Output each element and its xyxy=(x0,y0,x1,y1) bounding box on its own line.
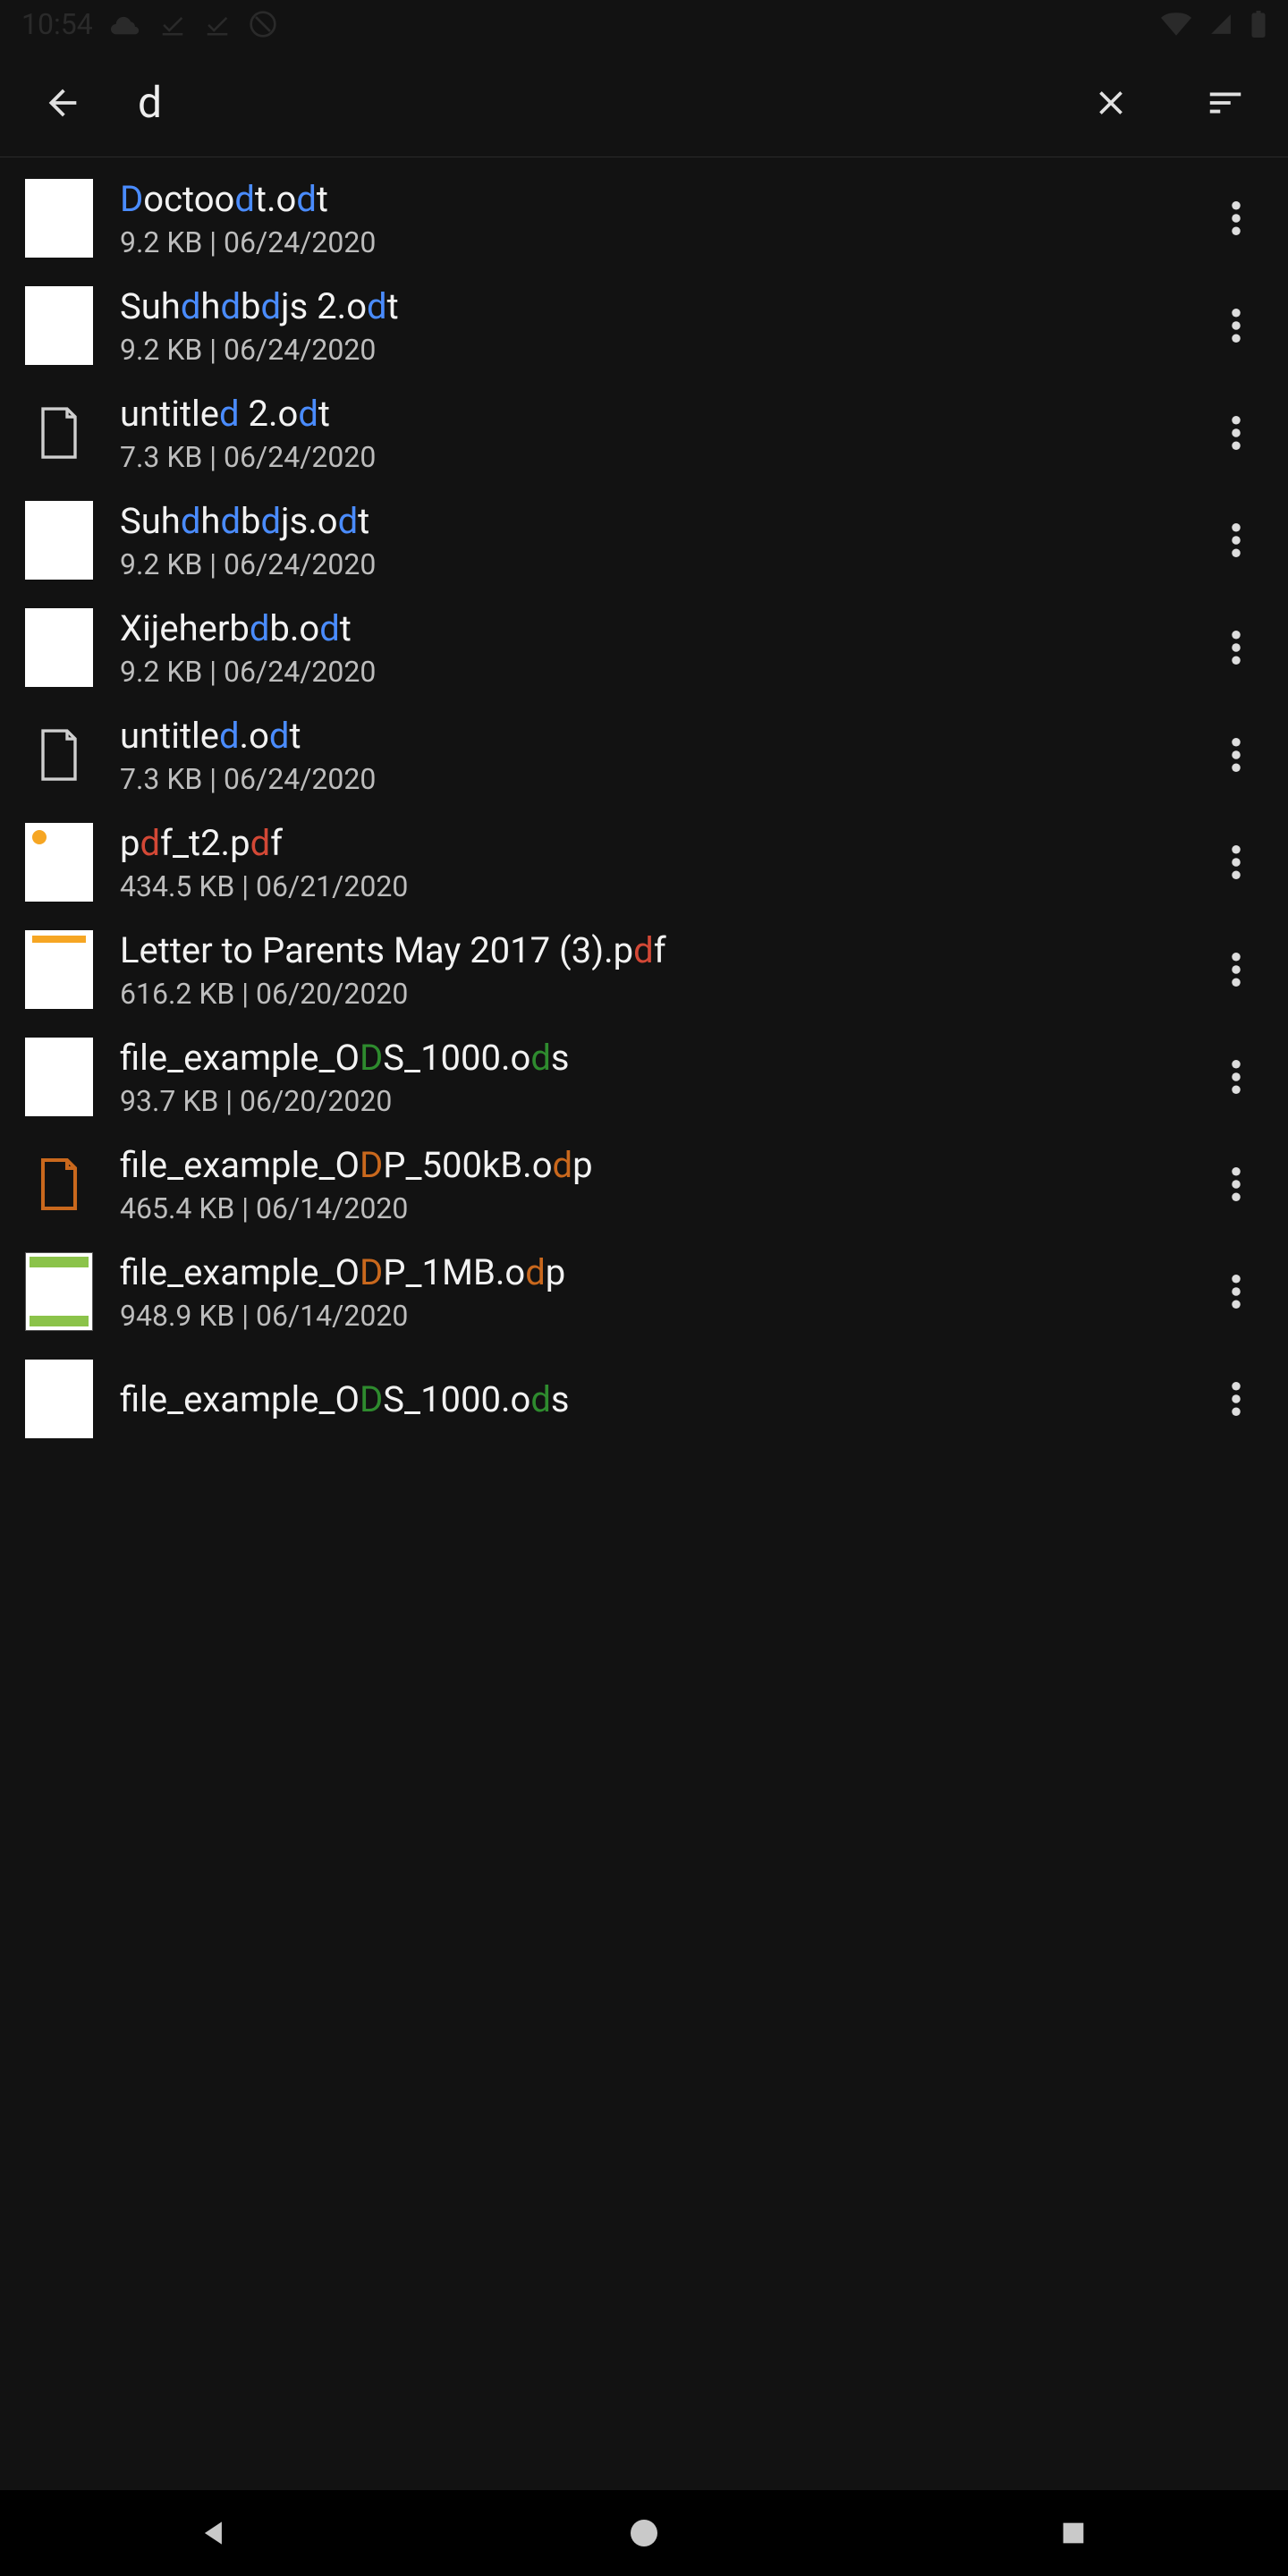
file-row[interactable]: Doctoodt.odt 9.2 KB | 06/24/2020 xyxy=(0,165,1288,272)
file-thumbnail xyxy=(25,286,93,365)
file-subtext: 465.4 KB | 06/14/2020 xyxy=(120,1191,1174,1225)
file-row[interactable]: file_example_ODS_1000.ods xyxy=(0,1345,1288,1453)
more-options-button[interactable] xyxy=(1200,1256,1272,1327)
file-subtext: 9.2 KB | 06/24/2020 xyxy=(120,547,1174,581)
cloud-icon xyxy=(111,13,141,36)
clear-search-button[interactable] xyxy=(1072,64,1150,142)
file-meta: Doctoodt.odt 9.2 KB | 06/24/2020 xyxy=(120,178,1174,259)
file-name: file_example_ODP_500kB.odp xyxy=(120,1144,1174,1186)
file-name: pdf_t2.pdf xyxy=(120,822,1174,864)
file-thumbnail xyxy=(25,394,93,472)
more-options-button[interactable] xyxy=(1200,612,1272,683)
file-name: untitled.odt xyxy=(120,715,1174,757)
file-subtext: 616.2 KB | 06/20/2020 xyxy=(120,977,1174,1011)
nav-home-button[interactable] xyxy=(590,2506,698,2560)
file-thumbnail xyxy=(25,608,93,687)
file-thumbnail xyxy=(25,1252,93,1331)
system-navbar xyxy=(0,2490,1288,2576)
file-meta: Suhdhdbdjs.odt 9.2 KB | 06/24/2020 xyxy=(120,500,1174,581)
file-subtext: 434.5 KB | 06/21/2020 xyxy=(120,869,1174,903)
file-name: file_example_ODP_1MB.odp xyxy=(120,1251,1174,1293)
file-list: Doctoodt.odt9.2 KB | 06/24/2020Suhdhdbdj… xyxy=(0,157,1288,1453)
search-appbar: d xyxy=(0,48,1288,157)
file-meta: Suhdhdbdjs 2.odt 9.2 KB | 06/24/2020 xyxy=(120,285,1174,367)
wifi-icon xyxy=(1161,13,1191,36)
file-thumbnail xyxy=(25,1038,93,1116)
file-row[interactable]: pdf_t2.pdf 434.5 KB | 06/21/2020 xyxy=(0,809,1288,916)
file-meta: file_example_ODP_500kB.odp 465.4 KB | 06/… xyxy=(120,1144,1174,1225)
file-thumbnail xyxy=(25,823,93,902)
back-button[interactable] xyxy=(23,64,102,142)
file-meta: untitled.odt 7.3 KB | 06/24/2020 xyxy=(120,715,1174,796)
file-name: Xijeherbdb.odt xyxy=(120,607,1174,649)
more-options-button[interactable] xyxy=(1200,719,1272,791)
file-subtext: 9.2 KB | 06/24/2020 xyxy=(120,225,1174,259)
file-row[interactable]: file_example_ODS_1000.ods 93.7 KB | 06/20… xyxy=(0,1023,1288,1131)
more-options-button[interactable] xyxy=(1200,1148,1272,1220)
nav-back-button[interactable] xyxy=(161,2506,268,2560)
file-row[interactable]: file_example_ODP_500kB.odp 465.4 KB | 06/… xyxy=(0,1131,1288,1238)
file-row[interactable]: Letter to Parents May 2017 (3).pdf 616.2 … xyxy=(0,916,1288,1023)
file-meta: file_example_ODS_1000.ods 93.7 KB | 06/20… xyxy=(120,1037,1174,1118)
status-bar: 10:54 xyxy=(0,0,1288,48)
status-time: 10:54 xyxy=(21,7,93,41)
file-thumbnail xyxy=(25,930,93,1009)
file-thumbnail xyxy=(25,1360,93,1438)
more-options-button[interactable] xyxy=(1200,1363,1272,1435)
file-name: file_example_ODS_1000.ods xyxy=(120,1037,1174,1079)
file-row[interactable]: Suhdhdbdjs 2.odt 9.2 KB | 06/24/2020 xyxy=(0,272,1288,379)
check-icon xyxy=(204,11,231,38)
file-subtext: 7.3 KB | 06/24/2020 xyxy=(120,762,1174,796)
file-thumbnail xyxy=(25,716,93,794)
no-sync-icon xyxy=(249,10,277,38)
file-row[interactable]: untitled 2.odt 7.3 KB | 06/24/2020 xyxy=(0,379,1288,487)
sort-button[interactable] xyxy=(1186,64,1265,142)
more-options-button[interactable] xyxy=(1200,1041,1272,1113)
file-row[interactable]: file_example_ODP_1MB.odp 948.9 KB | 06/14… xyxy=(0,1238,1288,1345)
more-options-button[interactable] xyxy=(1200,826,1272,898)
file-subtext: 9.2 KB | 06/24/2020 xyxy=(120,655,1174,689)
file-subtext: 9.2 KB | 06/24/2020 xyxy=(120,333,1174,367)
file-meta: file_example_ODP_1MB.odp 948.9 KB | 06/14… xyxy=(120,1251,1174,1333)
file-name: Letter to Parents May 2017 (3).pdf xyxy=(120,929,1174,971)
file-row[interactable]: Xijeherbdb.odt 9.2 KB | 06/24/2020 xyxy=(0,594,1288,701)
file-meta: Xijeherbdb.odt 9.2 KB | 06/24/2020 xyxy=(120,607,1174,689)
more-options-button[interactable] xyxy=(1200,397,1272,469)
more-options-button[interactable] xyxy=(1200,182,1272,254)
nav-recent-button[interactable] xyxy=(1020,2506,1127,2560)
file-thumbnail xyxy=(25,501,93,580)
more-options-button[interactable] xyxy=(1200,504,1272,576)
file-thumbnail xyxy=(25,179,93,258)
file-subtext: 7.3 KB | 06/24/2020 xyxy=(120,440,1174,474)
file-row[interactable]: Suhdhdbdjs.odt 9.2 KB | 06/24/2020 xyxy=(0,487,1288,594)
file-meta: pdf_t2.pdf 434.5 KB | 06/21/2020 xyxy=(120,822,1174,903)
file-name: Doctoodt.odt xyxy=(120,178,1174,220)
file-name: Suhdhdbdjs.odt xyxy=(120,500,1174,542)
search-input[interactable]: d xyxy=(138,77,1036,128)
file-meta: untitled 2.odt 7.3 KB | 06/24/2020 xyxy=(120,393,1174,474)
file-name: untitled 2.odt xyxy=(120,393,1174,435)
file-name: file_example_ODS_1000.ods xyxy=(120,1378,1174,1420)
file-row[interactable]: untitled.odt 7.3 KB | 06/24/2020 xyxy=(0,701,1288,809)
file-thumbnail xyxy=(25,1145,93,1224)
file-name: Suhdhdbdjs 2.odt xyxy=(120,285,1174,327)
check-icon xyxy=(159,11,186,38)
file-subtext: 93.7 KB | 06/20/2020 xyxy=(120,1084,1174,1118)
signal-icon xyxy=(1209,13,1233,36)
file-subtext: 948.9 KB | 06/14/2020 xyxy=(120,1299,1174,1333)
file-meta: Letter to Parents May 2017 (3).pdf 616.2 … xyxy=(120,929,1174,1011)
more-options-button[interactable] xyxy=(1200,290,1272,361)
battery-icon xyxy=(1250,11,1267,38)
file-meta: file_example_ODS_1000.ods xyxy=(120,1378,1174,1420)
more-options-button[interactable] xyxy=(1200,934,1272,1005)
